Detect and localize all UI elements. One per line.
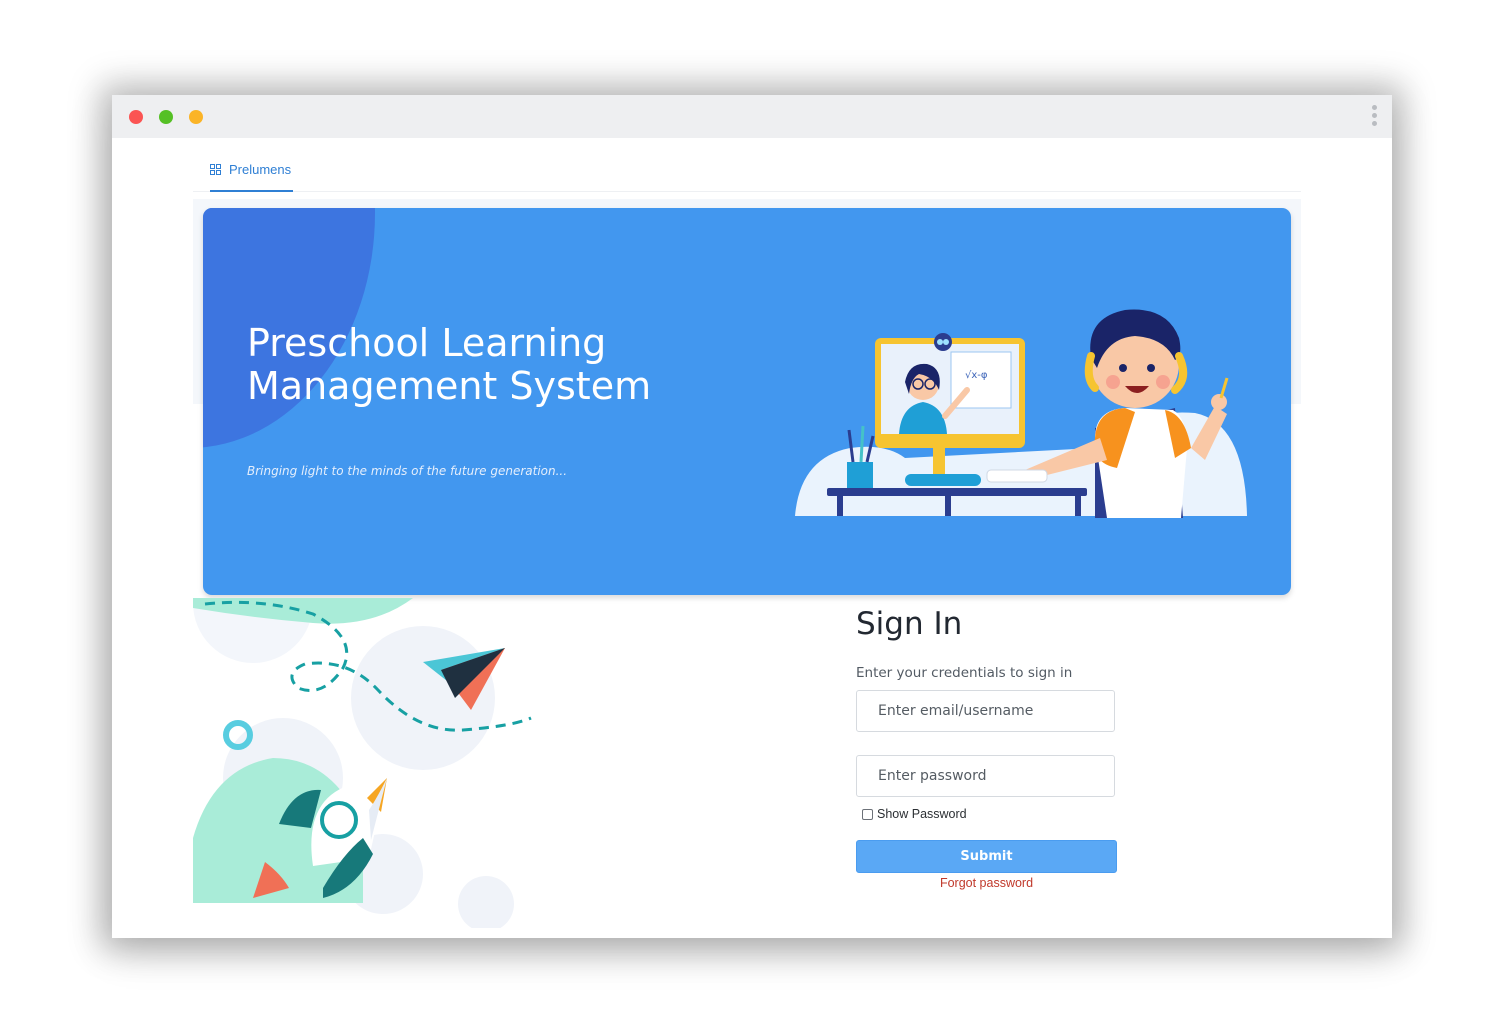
email-username-input[interactable] bbox=[856, 690, 1115, 732]
nav-tab-prelumens[interactable]: Prelumens bbox=[210, 162, 294, 192]
minimize-window-button[interactable] bbox=[189, 110, 203, 124]
sign-in-form: Sign In Enter your credentials to sign i… bbox=[856, 604, 1126, 890]
sign-in-description: Enter your credentials to sign in bbox=[856, 665, 1073, 681]
top-nav: Prelumens bbox=[193, 138, 1301, 192]
page-content: Prelumens Preschool Learning Management … bbox=[112, 138, 1392, 938]
show-password-checkbox[interactable] bbox=[862, 808, 873, 820]
nav-brand-label: Prelumens bbox=[229, 162, 292, 177]
hero-banner: Preschool Learning Management System Bri… bbox=[203, 208, 1291, 595]
svg-text:√x-φ: √x-φ bbox=[965, 370, 988, 381]
online-class-illustration: √x-φ bbox=[795, 309, 1247, 518]
kebab-icon[interactable] bbox=[1370, 105, 1378, 129]
browser-window: Prelumens Preschool Learning Management … bbox=[112, 95, 1392, 938]
close-window-button[interactable] bbox=[129, 110, 143, 124]
hero-subtitle: Bringing light to the minds of the futur… bbox=[247, 464, 568, 478]
rocket-illustration bbox=[193, 598, 532, 928]
forgot-password-link[interactable]: Forgot password bbox=[856, 876, 1117, 890]
grid-icon bbox=[210, 164, 221, 175]
show-password-toggle[interactable]: Show Password bbox=[862, 807, 967, 821]
sign-in-title: Sign In bbox=[856, 606, 963, 642]
title-bar bbox=[112, 95, 1392, 138]
password-input[interactable] bbox=[856, 755, 1115, 797]
show-password-label: Show Password bbox=[877, 807, 967, 821]
hero-title: Preschool Learning Management System bbox=[247, 321, 652, 408]
submit-button[interactable]: Submit bbox=[856, 840, 1117, 873]
zoom-window-button[interactable] bbox=[159, 110, 173, 124]
